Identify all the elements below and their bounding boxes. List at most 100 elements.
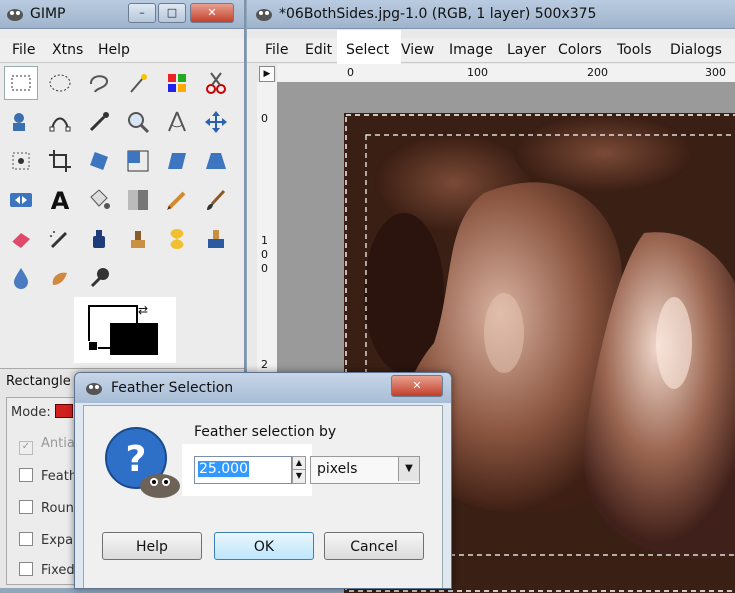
tool-scale[interactable] — [121, 144, 155, 178]
antialias-row[interactable]: ✓ Antial — [19, 436, 78, 455]
tool-flip[interactable] — [4, 183, 38, 217]
tool-ink[interactable] — [82, 222, 116, 256]
menu-colors[interactable]: Colors — [558, 42, 602, 58]
question-icon: ? — [102, 424, 186, 508]
mode-label: Mode: — [11, 405, 51, 420]
menu-xtns[interactable]: Xtns — [52, 42, 83, 58]
smudge-icon — [52, 272, 67, 285]
tool-perspective[interactable] — [199, 144, 233, 178]
tool-paintbrush[interactable] — [199, 183, 233, 217]
fixed-row[interactable]: Fixed: — [19, 562, 79, 578]
svg-text:?: ? — [126, 439, 147, 480]
menu-image[interactable]: Image — [449, 42, 493, 58]
image-menubar: File Edit Select View Image Layer Colors… — [247, 30, 735, 64]
tool-blend[interactable] — [121, 183, 155, 217]
menu-select[interactable]: Select — [346, 42, 389, 58]
tool-fuzzy-select[interactable] — [121, 66, 155, 100]
feather-selection-dialog: Feather Selection ✕ ? Feather selection … — [74, 372, 452, 589]
fuzzy-select-icon — [130, 74, 147, 93]
feather-checkbox[interactable] — [19, 468, 33, 482]
text-icon: A — [51, 187, 70, 213]
tool-ellipse-select[interactable] — [43, 66, 77, 100]
tool-heal[interactable] — [160, 222, 194, 256]
tool-measure[interactable] — [160, 105, 194, 139]
tool-paths[interactable] — [43, 105, 77, 139]
menu-file[interactable]: File — [12, 42, 35, 58]
dialog-titlebar[interactable]: Feather Selection ✕ — [75, 373, 451, 403]
tool-perspective-clone[interactable] — [199, 222, 233, 256]
default-colors-icon[interactable] — [88, 341, 98, 351]
maximize-button[interactable]: □ — [158, 3, 186, 23]
crop-icon — [49, 150, 71, 172]
dialog-title: Feather Selection — [111, 380, 234, 396]
ok-button[interactable]: OK — [214, 532, 314, 560]
tool-color-select[interactable] — [160, 66, 194, 100]
tool-rect-select[interactable] — [4, 66, 38, 100]
tool-eraser[interactable] — [4, 222, 38, 256]
fixed-checkbox[interactable] — [19, 562, 33, 576]
heal-icon — [170, 229, 184, 249]
tool-move[interactable] — [199, 105, 233, 139]
menu-help[interactable]: Help — [98, 42, 130, 58]
paths-icon — [49, 117, 71, 132]
swap-colors-icon[interactable]: ⇄ — [138, 303, 148, 317]
chevron-down-icon[interactable]: ▼ — [398, 457, 419, 481]
toolbox-titlebar[interactable]: GIMP – □ ✕ — [0, 0, 244, 29]
background-color[interactable] — [110, 323, 158, 355]
cancel-button[interactable]: Cancel — [324, 532, 424, 560]
round-checkbox[interactable] — [19, 500, 33, 514]
unit-select[interactable]: pixels ▼ — [310, 456, 420, 484]
menu-view[interactable]: View — [401, 42, 434, 58]
tool-dodge-burn[interactable] — [82, 261, 116, 295]
pencil-icon — [167, 191, 186, 210]
menu-layer[interactable]: Layer — [507, 42, 546, 58]
shear-icon — [168, 153, 186, 169]
antialias-checkbox[interactable]: ✓ — [19, 441, 33, 455]
tool-zoom[interactable] — [121, 105, 155, 139]
tool-rotate[interactable] — [82, 144, 116, 178]
tool-smudge[interactable] — [43, 261, 77, 295]
tool-foreground-select[interactable] — [4, 105, 38, 139]
tool-airbrush[interactable] — [43, 222, 77, 256]
tool-align[interactable] — [4, 144, 38, 178]
gimp-logo-icon — [85, 380, 103, 400]
tool-text[interactable]: A — [43, 183, 77, 217]
zoom-icon — [128, 112, 150, 134]
tool-crop[interactable] — [43, 144, 77, 178]
tool-bucket-fill[interactable] — [82, 183, 116, 217]
menu-file[interactable]: File — [265, 42, 288, 58]
image-titlebar[interactable]: *06BothSides.jpg-1.0 (RGB, 1 layer) 500x… — [247, 0, 735, 29]
eraser-icon — [11, 233, 30, 248]
minimize-button[interactable]: – — [128, 3, 156, 23]
ink-icon — [93, 230, 105, 248]
tool-clone[interactable] — [121, 222, 155, 256]
feather-value-input[interactable]: 25.000 — [194, 456, 292, 484]
dialog-close-button[interactable]: ✕ — [391, 375, 443, 397]
menu-dialogs[interactable]: Dialogs — [670, 42, 722, 58]
spin-down-button[interactable]: ▼ — [292, 469, 306, 484]
mode-replace-icon[interactable] — [54, 404, 73, 418]
tool-shear[interactable] — [160, 144, 194, 178]
round-row[interactable]: Round — [19, 500, 82, 516]
menu-tools[interactable]: Tools — [617, 42, 652, 58]
align-icon — [12, 152, 30, 170]
expand-checkbox[interactable] — [19, 532, 33, 546]
bucket-fill-icon — [90, 189, 110, 209]
measure-icon — [168, 111, 186, 132]
menu-edit[interactable]: Edit — [305, 42, 332, 58]
ellipse-select-icon — [49, 74, 71, 92]
quick-mask-icon[interactable]: ▶ — [259, 66, 275, 82]
help-button[interactable]: Help — [102, 532, 202, 560]
close-button[interactable]: ✕ — [190, 3, 234, 23]
gimp-logo-icon — [255, 6, 273, 26]
tool-scissors[interactable] — [199, 66, 233, 100]
tool-color-picker[interactable] — [82, 105, 116, 139]
flip-icon — [10, 193, 32, 207]
paintbrush-icon — [207, 189, 226, 210]
expand-row[interactable]: Expan — [19, 532, 81, 548]
antialias-label: Antial — [41, 436, 79, 451]
tool-lasso[interactable] — [82, 66, 116, 100]
tool-blur[interactable] — [4, 261, 38, 295]
tool-pencil[interactable] — [160, 183, 194, 217]
color-picker-icon — [89, 112, 109, 132]
